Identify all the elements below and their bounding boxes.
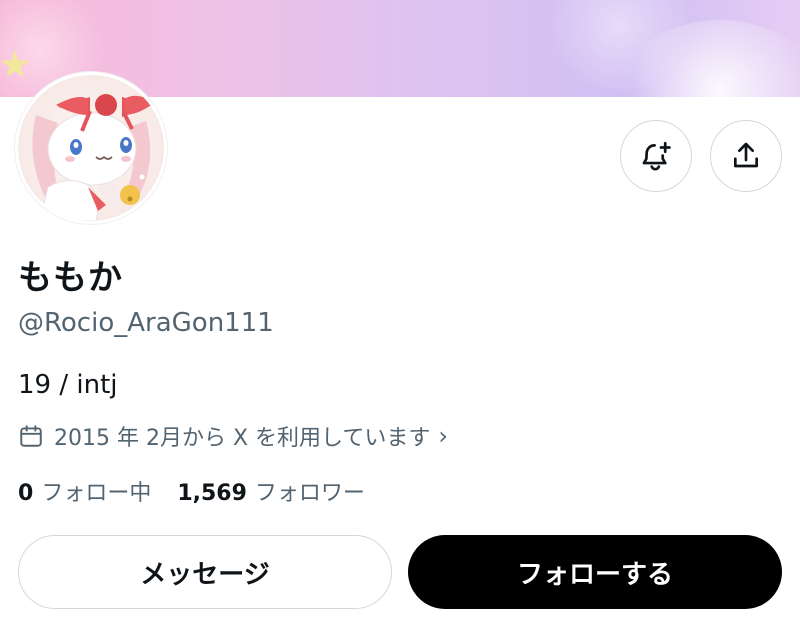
joined-date-text: 2015 年 2月から X を利用しています — [54, 426, 431, 451]
followers-label: フォロワー — [254, 481, 365, 506]
notify-button[interactable] — [620, 120, 692, 192]
share-icon — [734, 142, 758, 168]
follow-stats: 0 フォロー中 1,569 フォロワー — [18, 475, 365, 507]
followers-link[interactable]: 1,569 フォロワー — [177, 475, 365, 507]
avatar-illustration — [18, 75, 164, 221]
following-link[interactable]: 0 フォロー中 — [18, 475, 151, 507]
calendar-icon — [20, 425, 42, 447]
following-count: 0 — [18, 481, 34, 506]
follow-button[interactable]: フォローする — [408, 535, 782, 609]
display-name: ももか — [18, 258, 123, 298]
bell-plus-icon — [642, 141, 671, 171]
chevron-right-icon: › — [438, 422, 448, 450]
bio-text: 19 / intj — [18, 370, 118, 400]
joined-date-row[interactable]: 2015 年 2月から X を利用しています › — [18, 420, 448, 452]
avatar[interactable] — [15, 72, 167, 224]
followers-count: 1,569 — [177, 481, 247, 506]
following-label: フォロー中 — [41, 481, 152, 506]
share-button[interactable] — [710, 120, 782, 192]
user-handle: @Rocio_AraGon111 — [18, 308, 274, 338]
message-button[interactable]: メッセージ — [18, 535, 392, 609]
